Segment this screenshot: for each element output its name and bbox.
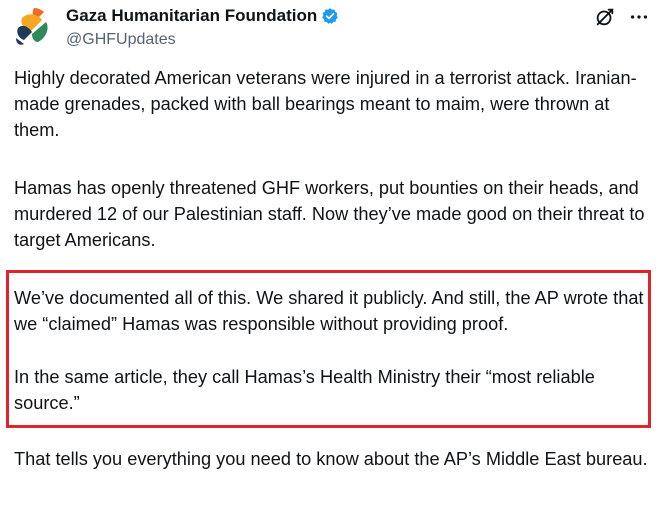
author-name-row[interactable]: Gaza Humanitarian Foundation [66,6,339,26]
post-paragraph-1: Highly decorated American veterans were … [14,68,637,140]
more-options-icon[interactable] [628,6,650,28]
author-handle[interactable]: @GHFUpdates [66,31,176,49]
post-paragraph-5: That tells you everything you need to kn… [14,449,648,469]
grok-icon[interactable] [594,6,616,28]
verified-badge-icon [321,7,339,25]
post-paragraph-3: We’ve documented all of this. We shared … [14,288,644,334]
post-paragraph-2: Hamas has openly threatened GHF workers,… [14,178,645,250]
ghf-logo-avatar[interactable] [10,4,54,48]
ghf-logo-icon [16,8,48,45]
author-name[interactable]: Gaza Humanitarian Foundation [66,6,317,26]
post-header: Gaza Humanitarian Foundation @GHFUpdates [0,0,669,60]
post-paragraph-4: In the same article, they call Hamas’s H… [14,367,595,413]
